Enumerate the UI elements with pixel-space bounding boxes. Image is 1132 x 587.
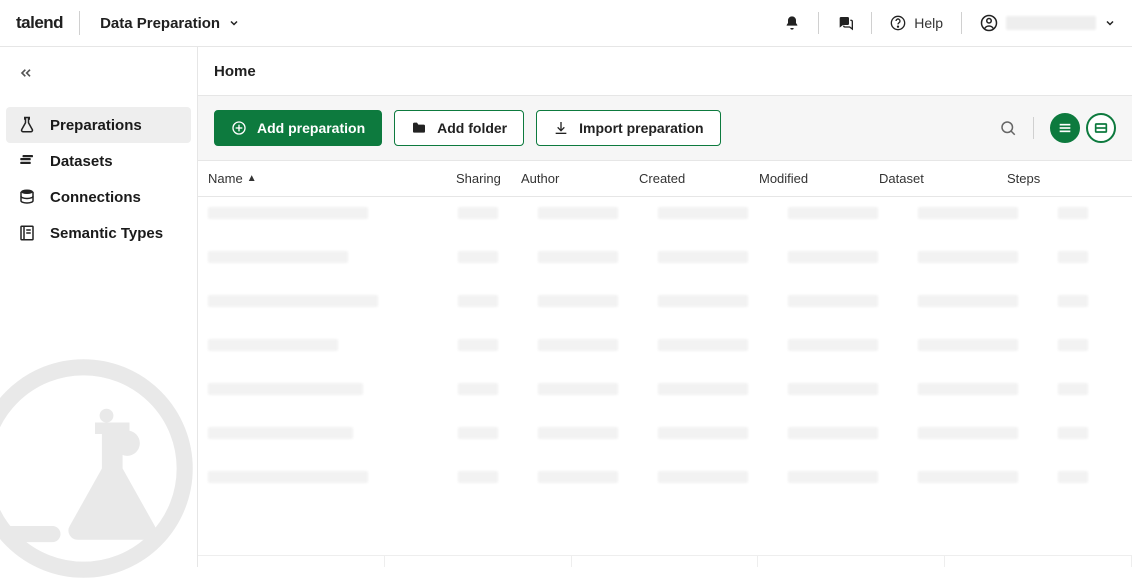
- divider: [818, 12, 819, 34]
- sidebar-item-connections[interactable]: Connections: [6, 179, 191, 215]
- blurred-rows-placeholder: [208, 207, 1122, 483]
- pagination-footer: [198, 555, 1132, 567]
- button-label: Add preparation: [257, 120, 365, 136]
- folder-icon: [411, 120, 427, 136]
- chevron-down-icon: [228, 17, 240, 29]
- sidebar-item-semantic-types[interactable]: Semantic Types: [6, 215, 191, 251]
- decorative-flask-icon: [0, 327, 210, 587]
- toolbar: Add preparation Add folder Import prepar…: [198, 95, 1132, 161]
- col-modified[interactable]: Modified: [759, 171, 879, 186]
- user-name-redacted: [1006, 16, 1096, 30]
- col-sharing[interactable]: Sharing: [456, 171, 521, 186]
- download-icon: [553, 120, 569, 136]
- table-body: [198, 197, 1132, 567]
- help-button[interactable]: Help: [890, 15, 943, 31]
- plus-circle-icon: [231, 120, 247, 136]
- import-preparation-button[interactable]: Import preparation: [536, 110, 720, 146]
- sidebar-nav: Preparations Datasets Connections Semant…: [0, 107, 197, 251]
- header-right: Help: [784, 12, 1116, 34]
- list-view-button[interactable]: [1050, 113, 1080, 143]
- collapse-sidebar-button[interactable]: [18, 65, 34, 81]
- chevron-down-icon: [1104, 17, 1116, 29]
- divider: [1033, 117, 1034, 139]
- user-menu[interactable]: [980, 14, 1116, 32]
- sidebar-item-datasets[interactable]: Datasets: [6, 143, 191, 179]
- book-icon: [18, 224, 36, 242]
- main-content: Home Add preparation Add folder Import p…: [198, 47, 1132, 567]
- col-author[interactable]: Author: [521, 171, 639, 186]
- col-name[interactable]: Name ▲: [208, 171, 456, 186]
- button-label: Import preparation: [579, 120, 703, 136]
- help-label: Help: [914, 15, 943, 31]
- sidebar: Preparations Datasets Connections Semant…: [0, 47, 198, 567]
- breadcrumb: Home: [198, 47, 1132, 95]
- search-button[interactable]: [999, 119, 1017, 137]
- brand-logo: talend: [16, 11, 80, 35]
- flask-icon: [18, 116, 36, 134]
- col-steps[interactable]: Steps: [1007, 171, 1087, 186]
- sidebar-item-label: Preparations: [50, 117, 142, 134]
- table-header: Name ▲ Sharing Author Created Modified D…: [198, 161, 1132, 197]
- help-icon: [890, 15, 906, 31]
- divider: [961, 12, 962, 34]
- divider: [871, 12, 872, 34]
- sidebar-item-label: Datasets: [50, 153, 113, 170]
- sort-asc-icon: ▲: [247, 173, 257, 184]
- large-view-button[interactable]: [1086, 113, 1116, 143]
- app-switcher[interactable]: Data Preparation: [80, 15, 240, 32]
- files-icon: [18, 152, 36, 170]
- col-dataset[interactable]: Dataset: [879, 171, 1007, 186]
- app-header: talend Data Preparation Help: [0, 0, 1132, 47]
- button-label: Add folder: [437, 120, 507, 136]
- toolbar-right: [999, 113, 1116, 143]
- sidebar-item-preparations[interactable]: Preparations: [6, 107, 191, 143]
- sidebar-item-label: Semantic Types: [50, 225, 163, 242]
- sidebar-item-label: Connections: [50, 189, 141, 206]
- add-folder-button[interactable]: Add folder: [394, 110, 524, 146]
- breadcrumb-home[interactable]: Home: [214, 63, 256, 80]
- view-toggle: [1050, 113, 1116, 143]
- col-created[interactable]: Created: [639, 171, 759, 186]
- chat-icon[interactable]: [837, 15, 853, 31]
- user-icon: [980, 14, 998, 32]
- database-icon: [18, 188, 36, 206]
- add-preparation-button[interactable]: Add preparation: [214, 110, 382, 146]
- bell-icon[interactable]: [784, 15, 800, 31]
- app-name: Data Preparation: [100, 15, 220, 32]
